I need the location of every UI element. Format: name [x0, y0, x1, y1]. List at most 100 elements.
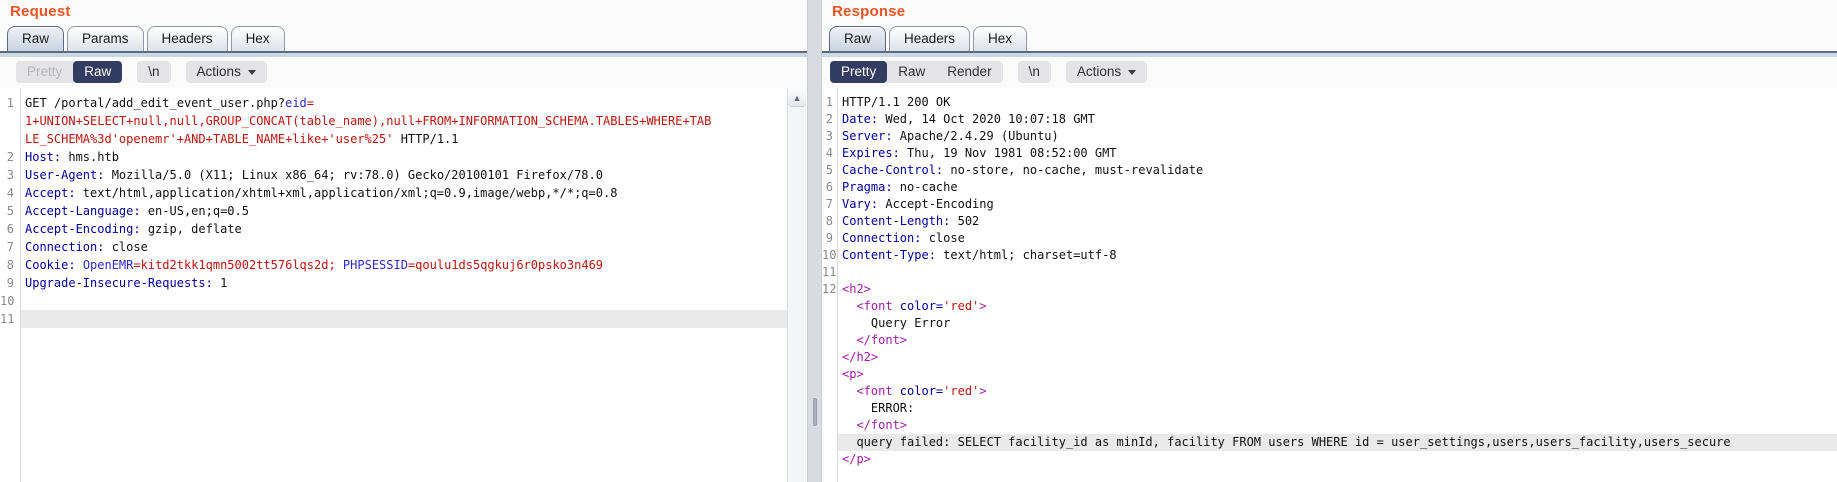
code-line: 5Accept-Language: en-US,en;q=0.5 [0, 202, 787, 220]
line-content: 1+UNION+SELECT+null,null,GROUP_CONCAT(ta… [20, 112, 787, 130]
request-tabs: Raw Params Headers Hex [7, 26, 288, 51]
code-line: 6Pragma: no-cache [822, 179, 1837, 196]
scroll-up-arrow-icon: ▲ [793, 93, 802, 103]
tab-hex[interactable]: Hex [973, 26, 1027, 51]
newline-toggle-button[interactable]: \n [137, 61, 170, 83]
line-content: Host: hms.htb [20, 148, 787, 166]
line-number: 10 [822, 247, 837, 264]
code-line: </h2> [822, 349, 1837, 366]
code-line: 1+UNION+SELECT+null,null,GROUP_CONCAT(ta… [0, 112, 787, 130]
code-line: <p> [822, 366, 1837, 383]
tab-headers[interactable]: Headers [147, 26, 228, 51]
panel-splitter[interactable] [807, 0, 822, 482]
line-content: Content-Length: 502 [837, 213, 1837, 230]
actions-button-label: Actions [197, 64, 241, 79]
code-line: 2Host: hms.htb [0, 148, 787, 166]
line-content: Cache-Control: no-store, no-cache, must-… [837, 162, 1837, 179]
line-content: </font> [837, 417, 1837, 434]
line-number: 6 [822, 179, 837, 196]
line-number: 10 [0, 292, 20, 310]
line-number: 7 [0, 238, 20, 256]
line-content: User-Agent: Mozilla/5.0 (X11; Linux x86_… [20, 166, 787, 184]
line-content: </h2> [837, 349, 1837, 366]
line-number [822, 400, 837, 417]
code-line: 8Content-Length: 502 [822, 213, 1837, 230]
line-number: 4 [0, 184, 20, 202]
request-panel: Request Raw Params Headers Hex Pretty Ra… [0, 0, 807, 482]
line-content: </p> [837, 451, 1837, 468]
request-view-toggle-group: Pretty Raw [16, 61, 122, 83]
tabs-underline-light [822, 53, 1837, 57]
actions-dropdown-button[interactable]: Actions [186, 61, 267, 83]
response-editor[interactable]: 1HTTP/1.1 200 OK2Date: Wed, 14 Oct 2020 … [822, 88, 1837, 482]
request-toolbar: Pretty Raw \n Actions [16, 61, 267, 83]
line-number [822, 332, 837, 349]
code-line: 4Accept: text/html,application/xhtml+xml… [0, 184, 787, 202]
line-number: 1 [0, 94, 20, 112]
request-scrollbar[interactable]: ▲ [787, 89, 806, 482]
pretty-toggle-button[interactable]: Pretty [830, 61, 887, 83]
line-number: 11 [822, 264, 837, 281]
code-line: 4Expires: Thu, 19 Nov 1981 08:52:00 GMT [822, 145, 1837, 162]
raw-toggle-button[interactable]: Raw [73, 61, 122, 83]
code-line: <font color='red'> [822, 298, 1837, 315]
line-number: 5 [0, 202, 20, 220]
tab-params[interactable]: Params [67, 26, 144, 51]
line-number: 9 [822, 230, 837, 247]
line-content: Accept-Language: en-US,en;q=0.5 [20, 202, 787, 220]
line-content: </font> [837, 332, 1837, 349]
code-line: 7Connection: close [0, 238, 787, 256]
code-line: 5Cache-Control: no-store, no-cache, must… [822, 162, 1837, 179]
raw-toggle-button[interactable]: Raw [887, 61, 936, 83]
line-number: 12 [822, 281, 837, 298]
line-content: Date: Wed, 14 Oct 2020 10:07:18 GMT [837, 111, 1837, 128]
actions-dropdown-button[interactable]: Actions [1066, 61, 1147, 83]
line-content: Vary: Accept-Encoding [837, 196, 1837, 213]
line-content: Cookie: OpenEMR=kitd2tkk1qmn5002tt576lqs… [20, 256, 787, 274]
scroll-up-button[interactable]: ▲ [788, 89, 806, 107]
code-line: </font> [822, 332, 1837, 349]
code-line: 7Vary: Accept-Encoding [822, 196, 1837, 213]
response-tabs: Raw Headers Hex [829, 26, 1030, 51]
line-content: Connection: close [20, 238, 787, 256]
code-line: 10Content-Type: text/html; charset=utf-8 [822, 247, 1837, 264]
gutter-separator [20, 88, 21, 482]
line-number [822, 366, 837, 383]
line-content: Accept-Encoding: gzip, deflate [20, 220, 787, 238]
line-content: LE_SCHEMA%3d'openemr'+AND+TABLE_NAME+lik… [20, 130, 787, 148]
response-panel: Response Raw Headers Hex Pretty Raw Rend… [822, 0, 1837, 482]
tab-hex[interactable]: Hex [231, 26, 285, 51]
code-line: 11 [822, 264, 1837, 281]
chevron-down-icon [248, 70, 256, 75]
render-toggle-button[interactable]: Render [936, 61, 1002, 83]
code-line: 6Accept-Encoding: gzip, deflate [0, 220, 787, 238]
line-number: 8 [822, 213, 837, 230]
tab-raw[interactable]: Raw [7, 26, 64, 51]
code-line: 1GET /portal/add_edit_event_user.php?eid… [0, 94, 787, 112]
line-number: 8 [0, 256, 20, 274]
line-number: 7 [822, 196, 837, 213]
code-line: 2Date: Wed, 14 Oct 2020 10:07:18 GMT [822, 111, 1837, 128]
line-content: Upgrade-Insecure-Requests: 1 [20, 274, 787, 292]
code-line: 9Connection: close [822, 230, 1837, 247]
line-number: 4 [822, 145, 837, 162]
line-content: Server: Apache/2.4.29 (Ubuntu) [837, 128, 1837, 145]
gutter-separator [837, 88, 838, 482]
response-view-toggle-group: Pretty Raw Render [830, 61, 1003, 83]
line-number [822, 315, 837, 332]
request-editor[interactable]: 1GET /portal/add_edit_event_user.php?eid… [0, 88, 787, 482]
tab-headers[interactable]: Headers [889, 26, 970, 51]
code-line: 3User-Agent: Mozilla/5.0 (X11; Linux x86… [0, 166, 787, 184]
line-content [20, 292, 787, 310]
line-number [822, 434, 837, 451]
code-line: 8Cookie: OpenEMR=kitd2tkk1qmn5002tt576lq… [0, 256, 787, 274]
newline-toggle-button[interactable]: \n [1018, 61, 1051, 83]
pretty-toggle-button[interactable]: Pretty [16, 61, 73, 83]
line-content: Content-Type: text/html; charset=utf-8 [837, 247, 1837, 264]
line-number: 2 [0, 148, 20, 166]
line-number: 3 [822, 128, 837, 145]
code-line: </p> [822, 451, 1837, 468]
tab-raw[interactable]: Raw [829, 26, 886, 51]
line-number: 3 [0, 166, 20, 184]
splitter-grip-handle[interactable] [813, 398, 817, 426]
